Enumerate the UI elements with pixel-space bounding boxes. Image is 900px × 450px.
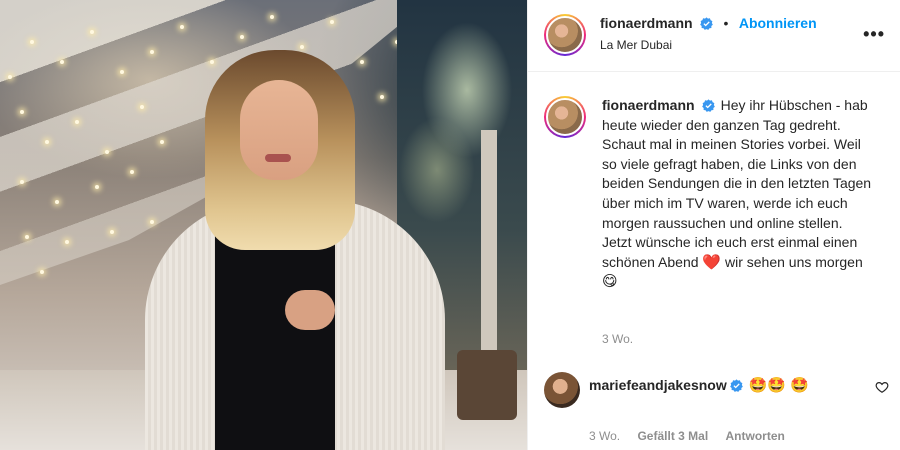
caption-avatar-image <box>546 98 584 136</box>
more-options-icon[interactable]: ••• <box>863 24 885 45</box>
caption-username[interactable]: fionaerdmann <box>602 97 695 113</box>
comment-likes[interactable]: Gefällt 3 Mal <box>637 429 708 443</box>
comment-avatar[interactable] <box>544 372 580 408</box>
post-photo[interactable] <box>0 0 527 450</box>
comment-body: 🤩🤩 🤩 <box>748 377 809 394</box>
lips <box>265 154 291 162</box>
heart-emoji: ❤️ <box>702 253 722 271</box>
barrel <box>457 350 517 420</box>
instagram-post: fionaerdmann • Abonnieren La Mer Dubai •… <box>0 0 900 450</box>
comment-meta: 3 Wo. Gefällt 3 Mal Antworten <box>589 429 799 443</box>
yum-emoji: 😋 <box>602 273 618 291</box>
caption-body: Hey ihr Hübschen - hab heute wieder den … <box>602 97 872 270</box>
post-side-panel: fionaerdmann • Abonnieren La Mer Dubai •… <box>527 0 900 450</box>
follow-button[interactable]: Abonnieren <box>739 15 817 31</box>
verified-badge-icon <box>701 99 715 112</box>
author-line: fionaerdmann • Abonnieren <box>600 15 817 33</box>
caption-body-end: wir sehen uns morgen <box>725 253 863 270</box>
caption-text: fionaerdmann Hey ihr Hübschen - hab heut… <box>602 96 872 292</box>
author-avatar-image <box>546 16 584 54</box>
location-link[interactable]: La Mer Dubai <box>600 38 672 52</box>
author-username[interactable]: fionaerdmann <box>600 15 693 31</box>
reply-button[interactable]: Antworten <box>726 429 785 443</box>
caption-time[interactable]: 3 Wo. <box>602 332 633 346</box>
comment-time[interactable]: 3 Wo. <box>589 429 620 443</box>
heart-outline-icon[interactable] <box>875 380 889 394</box>
hand <box>285 290 335 330</box>
comment-username[interactable]: mariefeandjakesnow <box>589 377 727 393</box>
verified-badge-icon <box>700 17 713 30</box>
verified-badge-icon <box>729 379 743 392</box>
woman-figure <box>145 50 445 450</box>
face <box>240 80 318 180</box>
post-header: fionaerdmann • Abonnieren La Mer Dubai •… <box>528 0 900 72</box>
comment-text: mariefeandjakesnow 🤩🤩 🤩 <box>589 374 839 397</box>
caption-avatar[interactable] <box>544 96 586 138</box>
separator-dot: • <box>723 15 729 31</box>
author-avatar[interactable] <box>544 14 586 56</box>
